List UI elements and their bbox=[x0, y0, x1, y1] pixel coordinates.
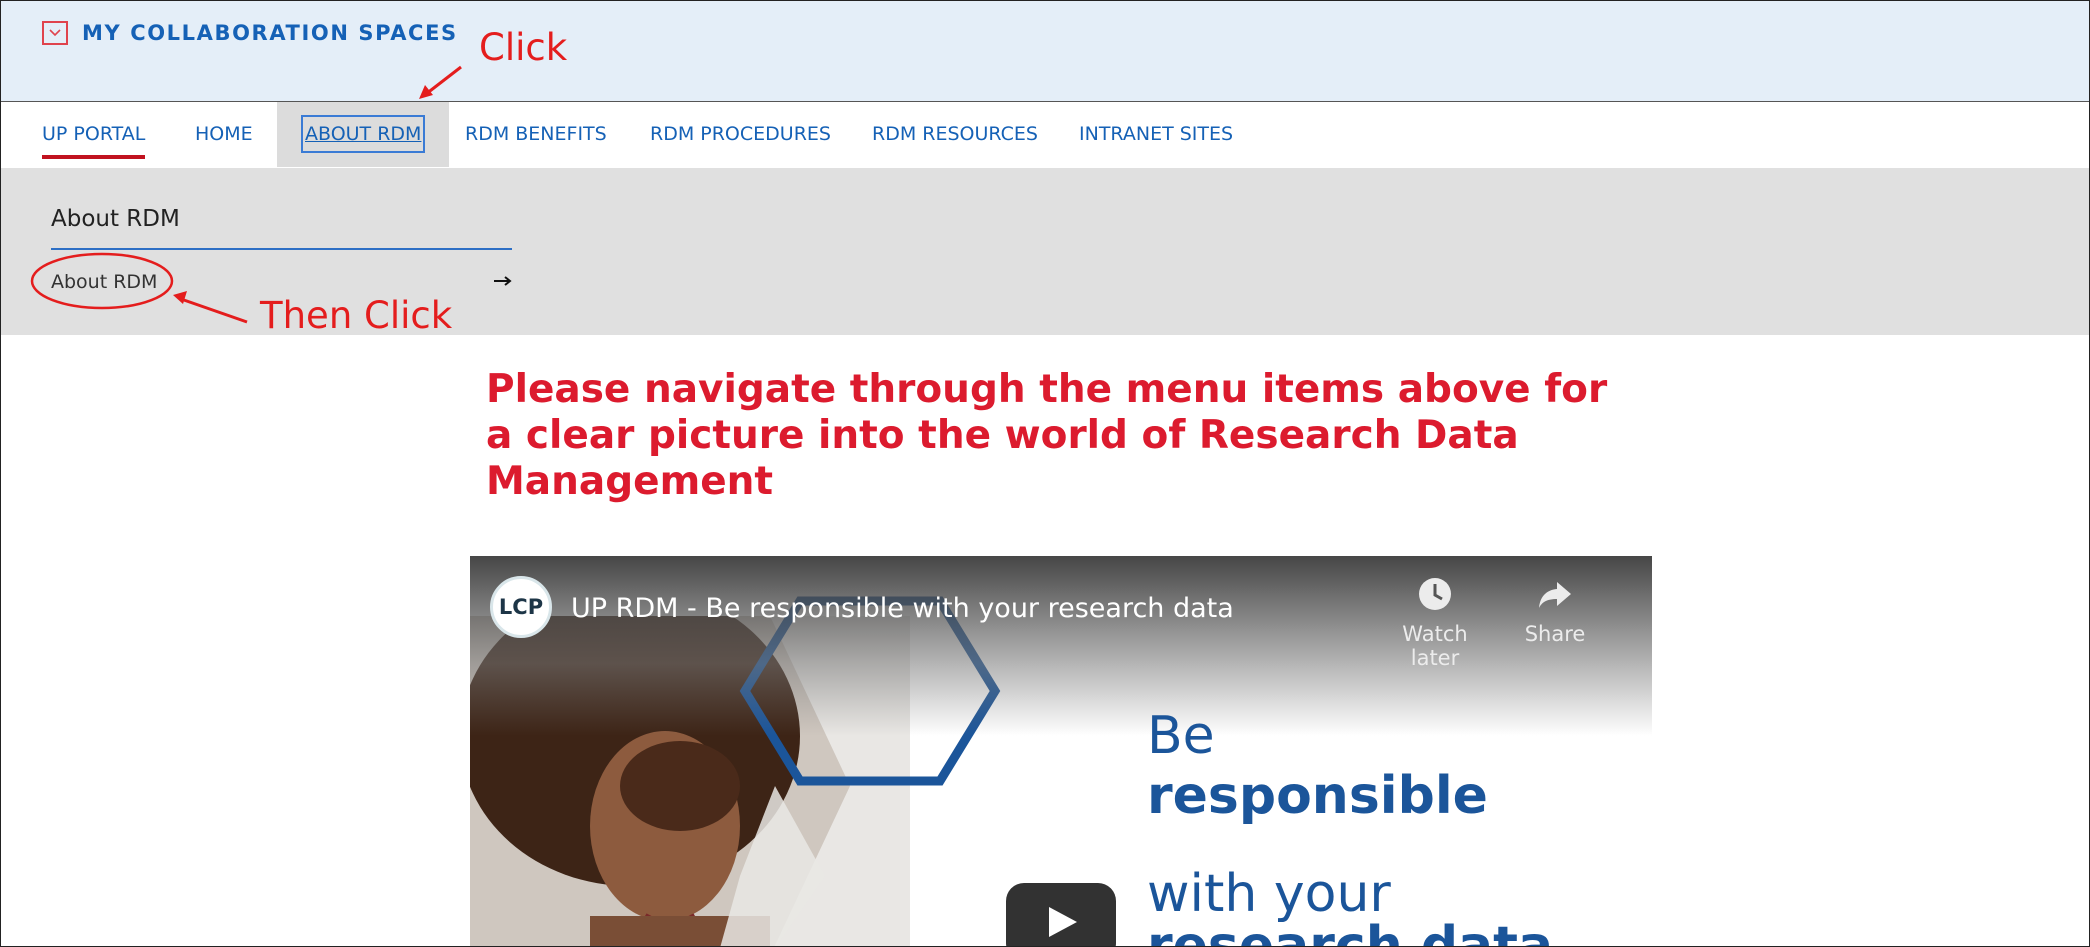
banner-title[interactable]: MY COLLABORATION SPACES bbox=[82, 21, 458, 45]
nav-about-rdm-label: ABOUT RDM bbox=[301, 115, 426, 153]
share-icon bbox=[1539, 582, 1571, 608]
then-click-annotation: Then Click bbox=[260, 294, 453, 337]
submenu-heading: About RDM bbox=[51, 206, 180, 232]
nav-rdm-benefits[interactable]: RDM BENEFITS bbox=[465, 102, 607, 167]
play-button[interactable] bbox=[1006, 883, 1116, 946]
nav-rdm-procedures[interactable]: RDM PROCEDURES bbox=[650, 102, 831, 167]
click-annotation: Click bbox=[479, 26, 568, 69]
slide-line-4: research data bbox=[1147, 916, 1554, 947]
main-nav: UP PORTAL HOME ABOUT RDM RDM BENEFITS RD… bbox=[1, 102, 2089, 167]
browser-frame: MY COLLABORATION SPACES UP PORTAL HOME A… bbox=[0, 0, 2090, 947]
submenu-divider bbox=[51, 248, 512, 250]
submenu-link-about-rdm[interactable]: About RDM bbox=[51, 271, 157, 293]
slide-line-2: responsible bbox=[1147, 766, 1488, 826]
channel-logo[interactable]: LCP bbox=[490, 576, 552, 638]
video-embed[interactable]: LCP UP RDM - Be responsible with your re… bbox=[470, 556, 1652, 947]
nav-intranet-sites[interactable]: INTRANET SITES bbox=[1079, 102, 1233, 167]
play-icon bbox=[1049, 907, 1077, 937]
nav-up-portal[interactable]: UP PORTAL bbox=[42, 102, 146, 167]
collapse-toggle[interactable] bbox=[42, 21, 68, 45]
clock-icon bbox=[1419, 578, 1451, 610]
slide-text: Be responsible with your research data bbox=[1147, 706, 1554, 947]
slide-line-3: with your bbox=[1147, 864, 1391, 924]
channel-logo-text: LCP bbox=[498, 595, 544, 619]
chevron-down-icon bbox=[49, 29, 61, 37]
nav-home[interactable]: HOME bbox=[195, 102, 253, 167]
share-label: Share bbox=[1524, 622, 1586, 646]
collaboration-banner: MY COLLABORATION SPACES bbox=[1, 1, 2089, 102]
watch-later-label: Watch later bbox=[1402, 622, 1468, 670]
page-heading: Please navigate through the menu items a… bbox=[486, 367, 1608, 504]
nav-about-rdm[interactable]: ABOUT RDM bbox=[277, 102, 450, 167]
video-title[interactable]: UP RDM - Be responsible with your resear… bbox=[571, 593, 1234, 624]
watch-later-button[interactable]: Watch later bbox=[1380, 576, 1490, 670]
share-button[interactable]: Share bbox=[1500, 576, 1610, 646]
nav-rdm-resources[interactable]: RDM RESOURCES bbox=[872, 102, 1038, 167]
slide-line-1: Be bbox=[1147, 706, 1215, 766]
arrow-right-icon[interactable] bbox=[493, 276, 513, 286]
